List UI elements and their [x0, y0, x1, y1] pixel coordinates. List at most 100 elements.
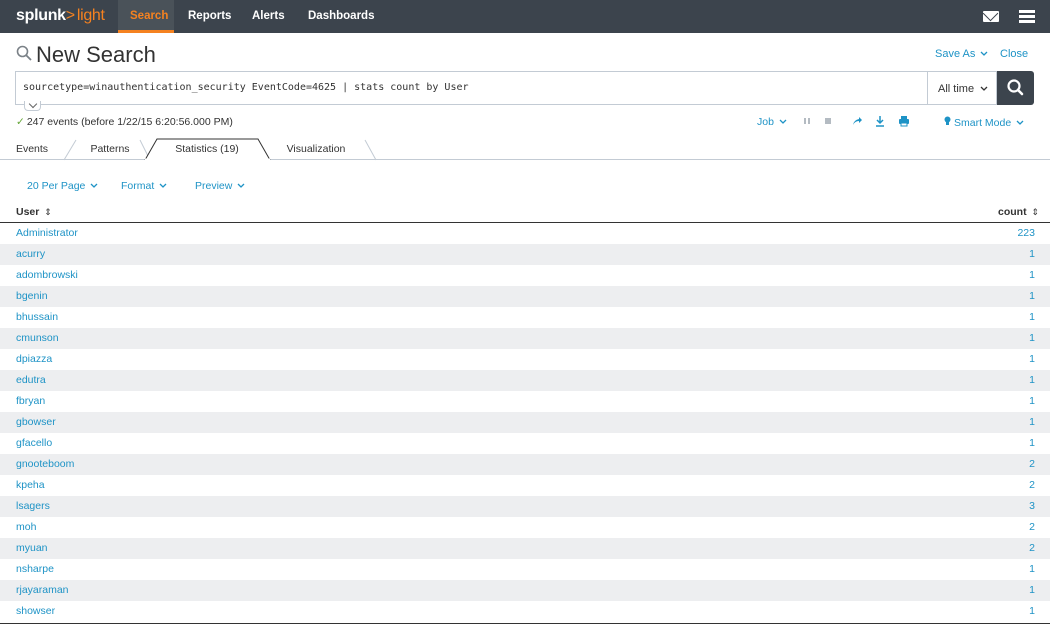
- format-label: Format: [121, 180, 155, 192]
- time-range-picker[interactable]: All time: [927, 71, 997, 105]
- cell-count[interactable]: 1: [1029, 353, 1035, 365]
- cell-count[interactable]: 1: [1029, 290, 1035, 302]
- cell-count[interactable]: 2: [1029, 458, 1035, 470]
- cell-count[interactable]: 1: [1029, 395, 1035, 407]
- cell-count[interactable]: 2: [1029, 479, 1035, 491]
- cell-count[interactable]: 1: [1029, 374, 1035, 386]
- search-status: ✓ 247 events (before 1/22/15 6:20:56.000 …: [16, 116, 233, 128]
- chevron-down-icon: [90, 183, 98, 188]
- tab-statistics[interactable]: Statistics (19): [152, 139, 262, 160]
- column-header-count[interactable]: count ⇕: [998, 206, 1039, 218]
- cell-count[interactable]: 1: [1029, 605, 1035, 617]
- cell-user[interactable]: rjayaraman: [16, 584, 69, 596]
- column-header-user[interactable]: User ⇕: [16, 206, 52, 218]
- per-page-label: 20 Per Page: [27, 180, 86, 192]
- splunk-light-logo[interactable]: splunk> light: [16, 7, 105, 25]
- job-menu-button[interactable]: Job: [757, 116, 787, 128]
- cell-count[interactable]: 2: [1029, 542, 1035, 554]
- chevron-down-icon: [980, 51, 988, 56]
- chevron-down-icon: [159, 183, 167, 188]
- cell-user[interactable]: adombrowski: [16, 269, 78, 281]
- preview-dropdown[interactable]: Preview: [195, 180, 245, 192]
- brand-chevron: >: [65, 7, 75, 24]
- cell-user[interactable]: edutra: [16, 374, 46, 386]
- print-icon[interactable]: [898, 114, 910, 128]
- cell-user[interactable]: kpeha: [16, 479, 45, 491]
- cell-count[interactable]: 1: [1029, 269, 1035, 281]
- cell-user[interactable]: lsagers: [16, 500, 50, 512]
- nav-item-dashboards[interactable]: Dashboards: [296, 0, 386, 33]
- tab-patterns[interactable]: Patterns: [74, 139, 146, 160]
- close-button[interactable]: Close: [1000, 48, 1028, 60]
- table-row: showser 1: [0, 601, 1050, 622]
- search-icon: [1007, 79, 1024, 96]
- pause-icon[interactable]: [801, 114, 813, 128]
- cell-user[interactable]: fbryan: [16, 395, 45, 407]
- column-header-label: User: [16, 206, 40, 218]
- per-page-dropdown[interactable]: 20 Per Page: [27, 180, 98, 192]
- chevron-down-icon: [779, 119, 787, 124]
- table-row: myuan 2: [0, 538, 1050, 559]
- lightbulb-icon: [944, 116, 951, 125]
- cell-count[interactable]: 1: [1029, 248, 1035, 260]
- table-row: fbryan 1: [0, 391, 1050, 412]
- cell-count[interactable]: 1: [1029, 584, 1035, 596]
- cell-user[interactable]: bhussain: [16, 311, 58, 323]
- cell-user[interactable]: Administrator: [16, 227, 78, 239]
- nav-item-reports[interactable]: Reports: [176, 0, 243, 33]
- save-as-label: Save As: [935, 48, 976, 60]
- table-row: kpeha 2: [0, 475, 1050, 496]
- statistics-table-body: Administrator 223 acurry 1 adombrowski 1 bg…: [0, 223, 1050, 622]
- cell-user[interactable]: gfacello: [16, 437, 52, 449]
- cell-user[interactable]: dpiazza: [16, 353, 52, 365]
- table-row: bhussain 1: [0, 307, 1050, 328]
- tab-events[interactable]: Events: [0, 139, 64, 160]
- table-row: gnooteboom 2: [0, 454, 1050, 475]
- nav-item-alerts[interactable]: Alerts: [240, 0, 297, 33]
- table-row: gfacello 1: [0, 433, 1050, 454]
- table-row: nsharpe 1: [0, 559, 1050, 580]
- menu-icon[interactable]: [1019, 10, 1035, 23]
- export-icon[interactable]: [874, 114, 886, 128]
- cell-user[interactable]: myuan: [16, 542, 48, 554]
- table-bottom-divider: [0, 623, 1050, 624]
- cell-count[interactable]: 1: [1029, 437, 1035, 449]
- sort-icon: ⇕: [44, 207, 52, 217]
- chevron-down-icon: [980, 86, 988, 91]
- mail-icon[interactable]: [983, 11, 999, 22]
- table-row: adombrowski 1: [0, 265, 1050, 286]
- cell-count[interactable]: 1: [1029, 311, 1035, 323]
- cell-user[interactable]: showser: [16, 605, 55, 617]
- table-row: lsagers 3: [0, 496, 1050, 517]
- cell-user[interactable]: gnooteboom: [16, 458, 74, 470]
- table-row: moh 2: [0, 517, 1050, 538]
- cell-count[interactable]: 223: [1017, 227, 1035, 239]
- cell-count[interactable]: 1: [1029, 416, 1035, 428]
- table-row: gbowser 1: [0, 412, 1050, 433]
- cell-user[interactable]: moh: [16, 521, 36, 533]
- cell-user[interactable]: acurry: [16, 248, 45, 260]
- cell-count[interactable]: 1: [1029, 563, 1035, 575]
- expand-search-button[interactable]: [24, 101, 41, 111]
- table-row: rjayaraman 1: [0, 580, 1050, 601]
- cell-count[interactable]: 3: [1029, 500, 1035, 512]
- cell-count[interactable]: 2: [1029, 521, 1035, 533]
- table-row: Administrator 223: [0, 223, 1050, 244]
- smart-mode-label: Smart Mode: [954, 117, 1012, 129]
- sort-icon: ⇕: [1031, 207, 1040, 217]
- cell-user[interactable]: cmunson: [16, 332, 59, 344]
- save-as-button[interactable]: Save As: [935, 48, 988, 60]
- nav-item-search[interactable]: Search: [118, 0, 174, 33]
- cell-user[interactable]: nsharpe: [16, 563, 54, 575]
- share-icon[interactable]: [851, 114, 863, 128]
- table-row: cmunson 1: [0, 328, 1050, 349]
- stop-icon[interactable]: [822, 114, 834, 128]
- cell-user[interactable]: gbowser: [16, 416, 56, 428]
- cell-user[interactable]: bgenin: [16, 290, 48, 302]
- search-mode-menu[interactable]: Smart Mode: [944, 116, 1024, 129]
- search-submit-button[interactable]: [997, 71, 1034, 105]
- tab-visualization[interactable]: Visualization: [272, 139, 360, 160]
- search-input[interactable]: sourcetype=winauthentication_security Ev…: [15, 71, 927, 111]
- cell-count[interactable]: 1: [1029, 332, 1035, 344]
- format-dropdown[interactable]: Format: [121, 180, 167, 192]
